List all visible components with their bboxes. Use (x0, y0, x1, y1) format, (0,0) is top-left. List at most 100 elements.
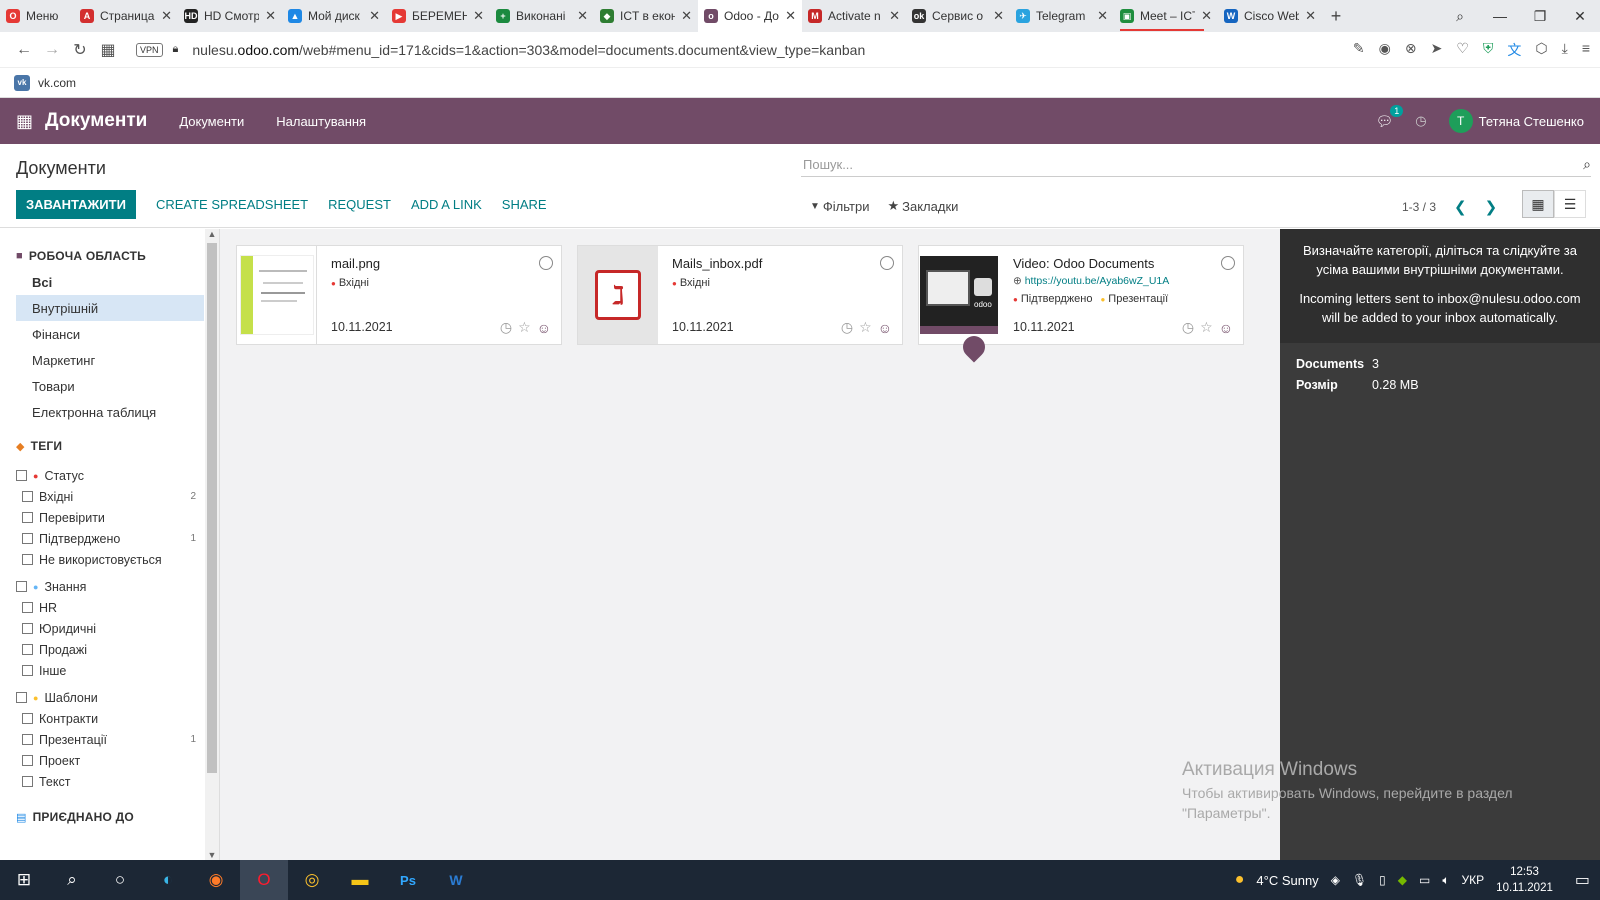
browser-tab[interactable]: ◆ ICT в екон ✕ (594, 0, 698, 32)
request-button[interactable]: REQUEST (328, 197, 391, 212)
browser-tab[interactable]: O Меню (0, 0, 74, 32)
chrome-icon[interactable]: ◎ (288, 860, 336, 900)
favorite-star-icon[interactable]: ☆ (518, 319, 531, 336)
kanban-view-icon[interactable]: ▦ (1522, 190, 1554, 218)
tag-item[interactable]: Проект (16, 750, 204, 771)
url-field[interactable]: nulesu.odoo.com/web#menu_id=171&cids=1&a… (192, 42, 865, 58)
task-view-icon[interactable]: ○ (96, 860, 144, 900)
tag-checkbox[interactable] (22, 734, 33, 745)
tag-item[interactable]: Текст (16, 771, 204, 792)
smiley-icon[interactable]: ☺ (878, 320, 892, 336)
new-tab-button[interactable]: + (1322, 0, 1350, 32)
network-icon[interactable]: ▭ (1419, 873, 1430, 887)
tab-close-icon[interactable]: ✕ (265, 8, 276, 24)
workspace-item[interactable]: Фінанси (16, 321, 204, 347)
document-card-mails-inbox-pdf[interactable]: ℷ Mails_inbox.pdf ● Вхідні 10.11.2021 ◷ ☆ ☺ (577, 245, 903, 345)
menu-icon[interactable]: ≡ (1582, 40, 1590, 60)
close-window-icon[interactable]: ✕ (1560, 8, 1600, 25)
tag-checkbox[interactable] (22, 623, 33, 634)
tag-item[interactable]: Перевірити (16, 507, 204, 528)
tag-item[interactable]: Підтверджено 1 (16, 528, 204, 549)
search-input[interactable]: Пошук... ⌕ (801, 153, 1591, 177)
block-icon[interactable]: ⊗ (1405, 40, 1417, 60)
reload-icon[interactable]: ↻ (66, 40, 94, 60)
menu-documents[interactable]: Документи (179, 114, 244, 129)
tag-checkbox[interactable] (22, 713, 33, 724)
search-icon[interactable]: ⌕ (48, 860, 96, 900)
smiley-icon[interactable]: ☺ (1219, 320, 1233, 336)
smiley-icon[interactable]: ☺ (537, 320, 551, 336)
favorite-star-icon[interactable]: ☆ (859, 319, 872, 336)
tag-checkbox[interactable] (22, 602, 33, 613)
weather-sun-icon[interactable]: ● (1235, 871, 1245, 889)
nvidia-icon[interactable]: ◆ (1398, 873, 1407, 887)
browser-tab[interactable]: A Страница ✕ (74, 0, 178, 32)
workspace-item[interactable]: Товари (16, 373, 204, 399)
browser-tab[interactable]: M Activate n ✕ (802, 0, 906, 32)
browser-tab[interactable]: W Cisco Web ✕ (1218, 0, 1322, 32)
tag-item[interactable]: Контракти (16, 708, 204, 729)
tag-item[interactable]: HR (16, 597, 204, 618)
tab-close-icon[interactable]: ✕ (577, 8, 588, 24)
browser-tab[interactable]: ok Сервис о ✕ (906, 0, 1010, 32)
workspace-item[interactable]: Маркетинг (16, 347, 204, 373)
tag-group[interactable]: ● Статус (16, 465, 204, 486)
filters-button[interactable]: ▼ Фільтри (810, 198, 869, 214)
share-button[interactable]: SHARE (502, 197, 547, 212)
favorite-star-icon[interactable]: ☆ (1200, 319, 1213, 336)
add-link-button[interactable]: ADD A LINK (411, 197, 482, 212)
tag-checkbox[interactable] (22, 533, 33, 544)
volume-icon[interactable]: 🔈︎ (1442, 873, 1449, 888)
tag-checkbox[interactable] (22, 554, 33, 565)
tag-checkbox[interactable] (22, 755, 33, 766)
pager-prev-icon[interactable]: ❮ (1454, 198, 1467, 216)
browser-tab[interactable]: ▣ Meet – ICT ✕ (1114, 0, 1218, 32)
tab-close-icon[interactable]: ✕ (1097, 8, 1108, 24)
browser-tab[interactable]: ▲ Мой диск ✕ (282, 0, 386, 32)
tab-close-icon[interactable]: ✕ (473, 8, 484, 24)
bookmark-vk[interactable]: vk.com (38, 76, 76, 90)
tag-item[interactable]: Вхідні 2 (16, 486, 204, 507)
activity-clock-icon[interactable]: ◷ (1182, 319, 1194, 336)
box-icon[interactable]: ⬡ (1535, 40, 1547, 60)
send-icon[interactable]: ➤ (1431, 40, 1443, 60)
activity-clock-icon[interactable]: ◷ (1415, 113, 1426, 129)
tag-checkbox[interactable] (16, 470, 27, 481)
tab-close-icon[interactable]: ✕ (993, 8, 1004, 24)
download-icon[interactable]: ⤓ (1562, 40, 1568, 60)
camera-icon[interactable]: ◉ (1379, 40, 1391, 60)
tag-item[interactable]: Інше (16, 660, 204, 681)
firefox-icon[interactable]: ◉ (192, 860, 240, 900)
tag-item[interactable]: Не використовується (16, 549, 204, 570)
clock[interactable]: 12:53 10.11.2021 (1496, 864, 1553, 896)
usb-icon[interactable]: ▯ (1379, 873, 1386, 887)
weather-text[interactable]: 4°C Sunny (1256, 873, 1318, 888)
tag-checkbox[interactable] (22, 491, 33, 502)
tab-close-icon[interactable]: ✕ (161, 8, 172, 24)
scroll-thumb[interactable] (207, 243, 217, 773)
tag-group[interactable]: ● Знання (16, 576, 204, 597)
browser-tab[interactable]: + Виконані ✕ (490, 0, 594, 32)
restore-icon[interactable]: ❐ (1520, 8, 1560, 25)
select-radio[interactable] (880, 256, 894, 270)
tab-close-icon[interactable]: ✕ (785, 8, 796, 24)
card-name[interactable]: mail.png (331, 256, 547, 271)
tag-group[interactable]: ● Шаблони (16, 687, 204, 708)
create-spreadsheet-button[interactable]: CREATE SPREADSHEET (156, 197, 308, 212)
file-explorer-icon[interactable]: ▬ (336, 860, 384, 900)
scroll-down-icon[interactable]: ▼ (205, 850, 219, 860)
card-url[interactable]: ⊕ https://youtu.be/Ayab6wZ_U1A (1013, 275, 1229, 287)
vpn-badge[interactable]: VPN (136, 42, 163, 57)
forward-icon[interactable]: → (38, 41, 66, 59)
microphone-icon[interactable]: 🎙︎ (1352, 873, 1367, 887)
tag-checkbox[interactable] (16, 581, 27, 592)
edit-icon[interactable]: ✎ (1353, 40, 1365, 60)
tag-item[interactable]: Продажі (16, 639, 204, 660)
browser-search-icon[interactable]: ⌕ (1440, 8, 1480, 25)
browser-tab[interactable]: ✈ Telegram ✕ (1010, 0, 1114, 32)
pager-next-icon[interactable]: ❯ (1485, 198, 1498, 216)
browser-tab[interactable]: HD HD Смотреть ✕ (178, 0, 282, 32)
tag-checkbox[interactable] (16, 692, 27, 703)
document-card-mail-png[interactable]: mail.png ● Вхідні 10.11.2021 ◷ ☆ ☺ (236, 245, 562, 345)
activity-clock-icon[interactable]: ◷ (500, 319, 512, 336)
